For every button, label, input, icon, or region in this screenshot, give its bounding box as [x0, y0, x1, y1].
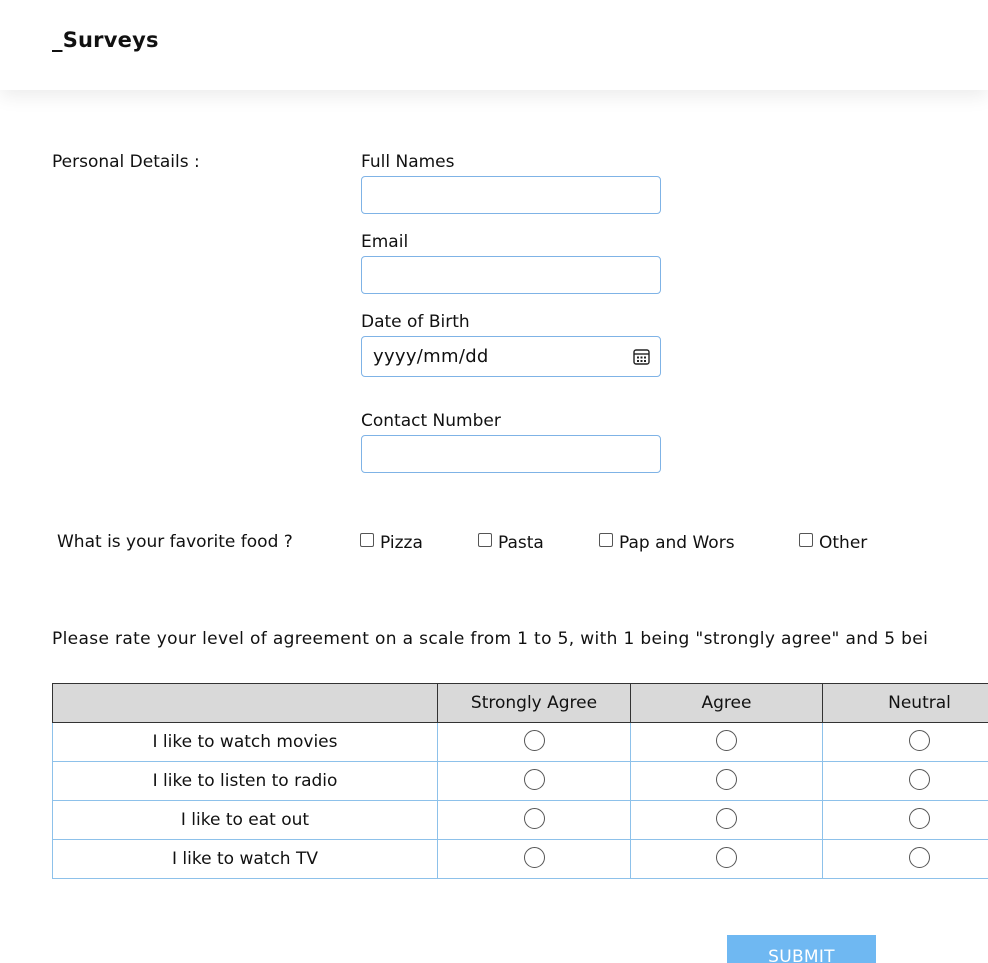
pizza-checkbox[interactable] — [360, 533, 374, 547]
contact-number-input[interactable] — [361, 435, 661, 473]
food-option-pizza[interactable]: Pizza — [360, 531, 423, 555]
radio-cell — [630, 761, 823, 801]
radio-cell — [822, 800, 988, 840]
table-row: I like to watch TV — [52, 839, 988, 879]
pap-and-wors-label: Pap and Wors — [619, 533, 735, 553]
radio-cell — [437, 800, 631, 840]
pizza-label: Pizza — [380, 533, 423, 553]
radio-cell — [630, 839, 823, 879]
rating-table: Strongly Agree Agree Neutral I like to w… — [52, 683, 988, 879]
calendar-icon[interactable] — [633, 348, 650, 365]
radio-tv-strongly-agree[interactable] — [523, 846, 545, 868]
row-label-watch-tv: I like to watch TV — [52, 839, 438, 879]
table-row: I like to listen to radio — [52, 761, 988, 801]
other-label: Other — [819, 533, 868, 553]
radio-eat-out-strongly-agree[interactable] — [523, 807, 545, 829]
email-label: Email — [361, 232, 409, 252]
submit-button[interactable]: SUBMIT — [727, 935, 876, 963]
food-option-pap-and-wors[interactable]: Pap and Wors — [599, 531, 735, 555]
date-placeholder: yyyy/mm/dd — [373, 346, 489, 367]
date-of-birth-input[interactable]: yyyy/mm/dd — [361, 336, 661, 377]
date-of-birth-label: Date of Birth — [361, 312, 470, 332]
radio-tv-neutral[interactable] — [909, 846, 930, 868]
pasta-label: Pasta — [498, 533, 544, 553]
header-empty-cell — [52, 683, 438, 723]
personal-details-label: Personal Details : — [52, 152, 200, 172]
table-row: I like to eat out — [52, 800, 988, 840]
food-option-other[interactable]: Other — [799, 531, 867, 555]
radio-radio-agree[interactable] — [716, 768, 737, 790]
radio-cell — [437, 761, 631, 801]
contact-number-label: Contact Number — [361, 411, 501, 431]
rating-table-header: Strongly Agree Agree Neutral — [52, 683, 988, 723]
row-label-watch-movies: I like to watch movies — [52, 722, 438, 762]
radio-eat-out-neutral[interactable] — [909, 807, 930, 829]
radio-cell — [822, 839, 988, 879]
pap-and-wors-checkbox[interactable] — [599, 533, 613, 547]
header-neutral: Neutral — [822, 683, 988, 723]
row-label-eat-out: I like to eat out — [52, 800, 438, 840]
radio-cell — [822, 722, 988, 762]
top-header: _Surveys — [0, 0, 988, 90]
other-checkbox[interactable] — [799, 533, 813, 547]
full-names-input[interactable] — [361, 176, 661, 214]
favorite-food-question: What is your favorite food ? — [57, 532, 293, 552]
radio-cell — [630, 722, 823, 762]
email-input[interactable] — [361, 256, 661, 294]
radio-radio-strongly-agree[interactable] — [523, 768, 545, 790]
radio-radio-neutral[interactable] — [909, 768, 930, 790]
pasta-checkbox[interactable] — [478, 533, 492, 547]
brand-logo[interactable]: _Surveys — [52, 28, 159, 52]
survey-page: _Surveys Personal Details : Full Names E… — [0, 0, 988, 963]
row-label-listen-radio: I like to listen to radio — [52, 761, 438, 801]
radio-movies-agree[interactable] — [716, 729, 737, 751]
header-agree: Agree — [630, 683, 823, 723]
table-row: I like to watch movies — [52, 722, 988, 762]
full-names-label: Full Names — [361, 152, 455, 172]
radio-movies-strongly-agree[interactable] — [523, 729, 545, 751]
radio-movies-neutral[interactable] — [909, 729, 930, 751]
radio-cell — [437, 839, 631, 879]
radio-cell — [630, 800, 823, 840]
radio-cell — [822, 761, 988, 801]
food-option-pasta[interactable]: Pasta — [478, 531, 544, 555]
radio-tv-agree[interactable] — [716, 846, 737, 868]
rating-instruction: Please rate your level of agreement on a… — [52, 629, 929, 649]
radio-cell — [437, 722, 631, 762]
header-strongly-agree: Strongly Agree — [437, 683, 631, 723]
radio-eat-out-agree[interactable] — [716, 807, 737, 829]
